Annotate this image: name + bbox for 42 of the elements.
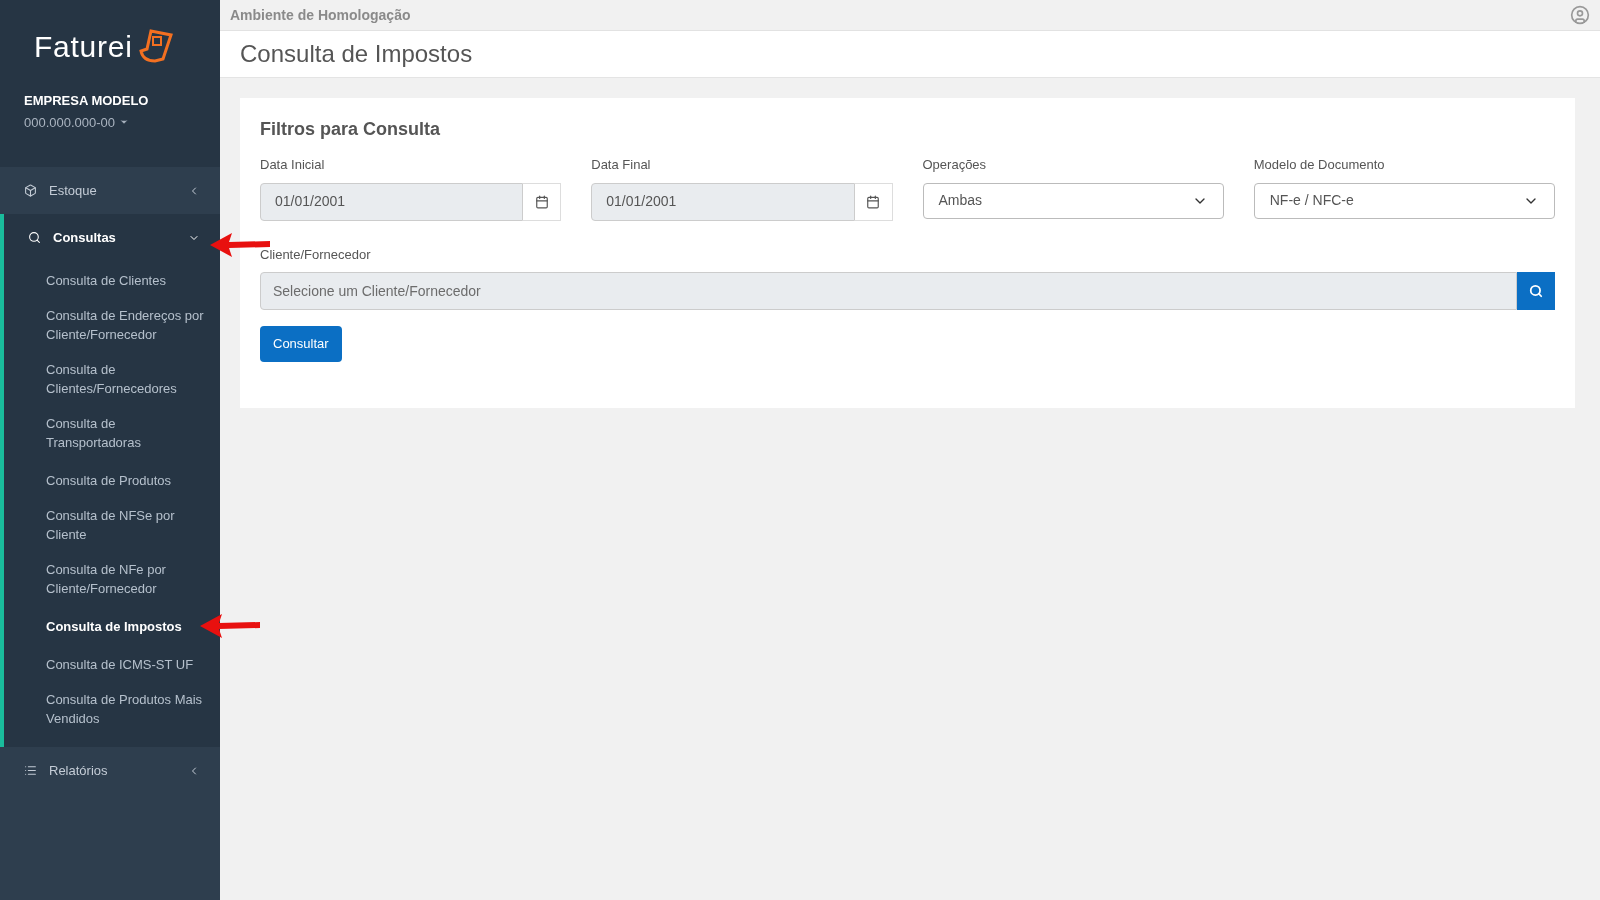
sidebar-submenu-link[interactable]: Consulta de Produtos	[46, 471, 172, 490]
calendar-icon	[534, 194, 549, 209]
sidebar-submenu-link[interactable]: Consulta de NFe por Cliente/Fornecedor	[46, 560, 208, 598]
field-label: Data Inicial	[260, 156, 326, 174]
date-field[interactable]: 01/01/2001	[260, 182, 524, 221]
page-title: Consulta de Impostos	[240, 39, 473, 69]
sidebar-submenu-link[interactable]: Consulta de Transportadoras	[46, 414, 208, 452]
box-icon	[24, 184, 37, 197]
sidebar-submenu-link[interactable]: Consulta de Clientes/Fornecedores	[46, 360, 208, 398]
search-icon	[1529, 284, 1543, 298]
environment-label: Ambiente de Homologação	[230, 5, 411, 25]
sidebar-submenu-link[interactable]: Consulta de Produtos Mais Vendidos	[46, 690, 208, 728]
list-icon	[24, 764, 37, 777]
select-dropdown[interactable]: NF-e / NFC-e	[1253, 182, 1555, 219]
search-button[interactable]	[1517, 272, 1555, 310]
user-icon[interactable]	[1570, 5, 1590, 25]
submit-button[interactable]: Consultar	[260, 326, 342, 362]
pointer-arrow-icon	[200, 613, 260, 639]
calendar-button[interactable]	[854, 182, 893, 221]
sidebar-menu-item[interactable]: Relatórios	[0, 747, 220, 794]
sidebar-submenu-link[interactable]: Consulta de NFSe por Cliente	[46, 506, 208, 544]
date-field[interactable]: 01/01/2001	[591, 182, 855, 221]
search-icon	[28, 231, 41, 244]
select-dropdown[interactable]: Ambas	[922, 182, 1224, 219]
field-label: Operações	[922, 156, 988, 174]
card-title: Filtros para Consulta	[260, 118, 442, 141]
logo-text: Faturei	[34, 29, 133, 65]
field-label: Data Final	[591, 156, 652, 174]
company-name: EMPRESA MODELO	[24, 92, 150, 110]
sidebar-submenu-link[interactable]: Consulta de Endereços por Cliente/Fornecedor	[46, 306, 208, 344]
calendar-icon	[866, 194, 880, 209]
company-id-dropdown[interactable]: 000.000.000-00	[24, 112, 130, 132]
sidebar-menu-item[interactable]: Estoque	[0, 167, 220, 214]
field-label: Modelo de Documento	[1253, 156, 1386, 174]
sidebar-submenu-link[interactable]: Consulta de Impostos	[46, 617, 182, 636]
sidebar-menu-item[interactable]: Consultas	[4, 214, 220, 261]
client-search-field[interactable]: Selecione um Cliente/Fornecedor	[260, 272, 1517, 310]
field-label: Cliente/Fornecedor	[260, 245, 372, 264]
sidebar-submenu-link[interactable]: Consulta de Clientes	[46, 271, 166, 290]
logo-icon	[136, 28, 173, 65]
sidebar-submenu-link[interactable]: Consulta de ICMS-ST UF	[46, 655, 194, 674]
calendar-button[interactable]	[523, 182, 562, 221]
